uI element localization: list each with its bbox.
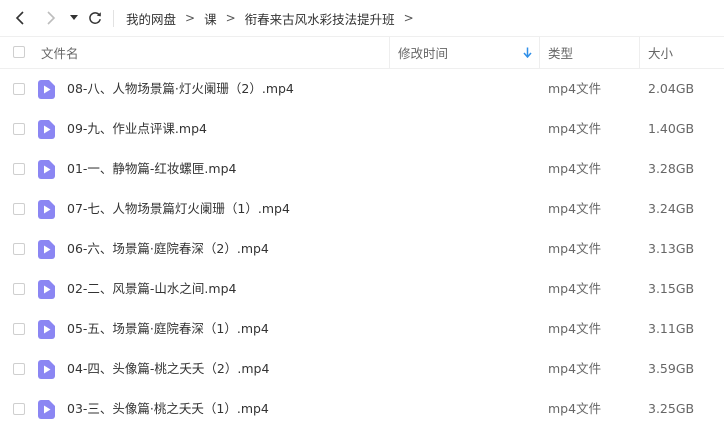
column-header-name[interactable]: 文件名 [41,37,79,68]
nav-divider [113,10,114,27]
breadcrumb-item-folder[interactable]: 课 [204,9,217,28]
video-file-icon [38,240,55,259]
file-name[interactable]: 08-八、人物场景篇·灯火阑珊（2）.mp4 [67,69,294,109]
breadcrumb: 我的网盘 > 课 > 衔春来古风水彩技法提升班 > [126,0,423,36]
file-size: 3.28GB [648,161,695,176]
file-size: 3.59GB [648,361,695,376]
file-type: mp4文件 [548,361,602,376]
row-checkbox[interactable] [13,323,25,335]
file-type: mp4文件 [548,201,602,216]
row-checkbox[interactable] [13,123,25,135]
row-checkbox[interactable] [13,203,25,215]
table-row[interactable]: 03-三、头像篇·桃之夭夭（1）.mp4 mp4文件 3.25GB [0,389,724,429]
chevron-right-icon [47,11,56,25]
history-dropdown-button[interactable] [64,8,84,28]
file-type: mp4文件 [548,241,602,256]
file-name[interactable]: 07-七、人物场景篇灯火阑珊（1）.mp4 [67,189,290,229]
table-row[interactable]: 08-八、人物场景篇·灯火阑珊（2）.mp4 mp4文件 2.04GB [0,69,724,109]
video-file-icon [38,400,55,419]
video-file-icon [38,320,55,339]
row-checkbox[interactable] [13,363,25,375]
file-size: 3.15GB [648,281,695,296]
file-size: 3.13GB [648,241,695,256]
file-name[interactable]: 04-四、头像篇-桃之夭夭（2）.mp4 [67,349,269,389]
row-checkbox[interactable] [13,163,25,175]
file-type: mp4文件 [548,401,602,416]
file-type: mp4文件 [548,321,602,336]
breadcrumb-separator: > [185,11,196,25]
video-file-icon [38,200,55,219]
refresh-button[interactable] [85,8,105,28]
table-row[interactable]: 05-五、场景篇·庭院春深（1）.mp4 mp4文件 3.11GB [0,309,724,349]
video-file-icon [38,120,55,139]
breadcrumb-item-root[interactable]: 我的网盘 [126,9,176,28]
file-list: 08-八、人物场景篇·灯火阑珊（2）.mp4 mp4文件 2.04GB 09-九… [0,69,724,429]
file-size: 3.11GB [648,321,695,336]
file-browser: 我的网盘 > 课 > 衔春来古风水彩技法提升班 > 文件名 修改时间 类型 大小 [0,0,724,439]
table-row[interactable]: 07-七、人物场景篇灯火阑珊（1）.mp4 mp4文件 3.24GB [0,189,724,229]
column-divider[interactable] [539,37,540,68]
caret-down-icon [70,15,78,20]
video-file-icon [38,80,55,99]
breadcrumb-item-current[interactable]: 衔春来古风水彩技法提升班 [245,9,395,28]
video-file-icon [38,360,55,379]
sort-button[interactable] [523,37,532,68]
row-checkbox[interactable] [13,403,25,415]
column-header-size[interactable]: 大小 [648,37,673,68]
table-row[interactable]: 06-六、场景篇·庭院春深（2）.mp4 mp4文件 3.13GB [0,229,724,269]
row-checkbox[interactable] [13,283,25,295]
file-type: mp4文件 [548,81,602,96]
back-button[interactable] [11,8,31,28]
file-name[interactable]: 09-九、作业点评课.mp4 [67,109,207,149]
file-size: 2.04GB [648,81,695,96]
column-header-modified[interactable]: 修改时间 [398,37,448,68]
breadcrumb-separator: > [403,11,414,25]
table-row[interactable]: 09-九、作业点评课.mp4 mp4文件 1.40GB [0,109,724,149]
table-row[interactable]: 04-四、头像篇-桃之夭夭（2）.mp4 mp4文件 3.59GB [0,349,724,389]
table-row[interactable]: 02-二、风景篇-山水之间.mp4 mp4文件 3.15GB [0,269,724,309]
file-name[interactable]: 06-六、场景篇·庭院春深（2）.mp4 [67,229,269,269]
file-size: 3.24GB [648,201,695,216]
table-row[interactable]: 01-一、静物篇-红妆螺匣.mp4 mp4文件 3.28GB [0,149,724,189]
column-divider[interactable] [389,37,390,68]
video-file-icon [38,160,55,179]
forward-button[interactable] [40,8,60,28]
row-checkbox[interactable] [13,83,25,95]
file-name[interactable]: 05-五、场景篇·庭院春深（1）.mp4 [67,309,269,349]
select-all-checkbox[interactable] [13,46,25,58]
file-name[interactable]: 01-一、静物篇-红妆螺匣.mp4 [67,149,236,189]
table-header: 文件名 修改时间 类型 大小 [0,36,724,69]
file-size: 1.40GB [648,121,695,136]
navigation-bar: 我的网盘 > 课 > 衔春来古风水彩技法提升班 > [0,0,724,36]
sort-down-arrow-icon [523,47,532,58]
file-name[interactable]: 02-二、风景篇-山水之间.mp4 [67,269,236,309]
column-divider[interactable] [639,37,640,68]
file-size: 3.25GB [648,401,695,416]
video-file-icon [38,280,55,299]
file-type: mp4文件 [548,161,602,176]
file-type: mp4文件 [548,121,602,136]
column-header-type[interactable]: 类型 [548,37,573,68]
file-name[interactable]: 03-三、头像篇·桃之夭夭（1）.mp4 [67,389,269,429]
refresh-icon [89,12,101,24]
breadcrumb-separator: > [225,11,236,25]
chevron-left-icon [15,11,24,25]
file-type: mp4文件 [548,281,602,296]
row-checkbox[interactable] [13,243,25,255]
